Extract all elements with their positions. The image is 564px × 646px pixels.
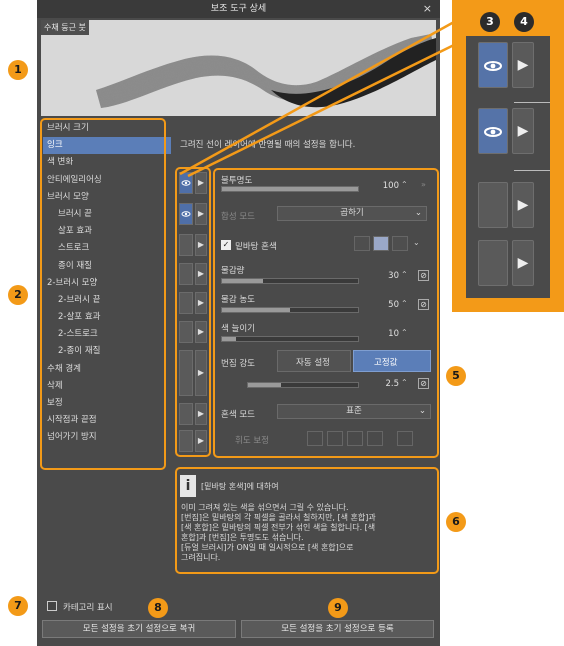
eye-icon — [484, 127, 502, 137]
zoomed-toggle-list: ▶ ▶ ▶ ▶ — [466, 36, 550, 298]
callout-box-toggles — [175, 167, 211, 457]
zoomed-arrow-button[interactable]: ▶ — [512, 42, 534, 88]
preview-tool-name: 수채 둥근 붓 — [41, 20, 89, 35]
callout-badge: 9 — [328, 598, 348, 618]
zoomed-arrow-button[interactable]: ▶ — [512, 108, 534, 154]
callout-box-info — [175, 467, 439, 574]
zoomed-toggle-button[interactable] — [478, 240, 508, 286]
register-as-default-label: 모든 설정을 초기 설정으로 등록 — [281, 624, 394, 634]
zoomed-toggle-panel: ▶ ▶ ▶ ▶ — [452, 0, 564, 312]
zoomed-toggle-button[interactable] — [478, 182, 508, 228]
callout-badge: 6 — [446, 512, 466, 532]
title-bar: 보조 도구 상세 × — [37, 0, 440, 18]
divider — [514, 102, 550, 103]
callout-badge: 7 — [8, 596, 28, 616]
callout-badge: 8 — [148, 598, 168, 618]
window-title: 보조 도구 상세 — [210, 4, 267, 14]
register-as-default-button[interactable]: 모든 설정을 초기 설정으로 등록 — [241, 620, 434, 638]
show-category-checkbox[interactable] — [47, 601, 57, 611]
reset-to-default-button[interactable]: 모든 설정을 초기 설정으로 복귀 — [42, 620, 236, 638]
show-category-label: 카테고리 표시 — [63, 603, 113, 613]
callout-badge: 1 — [8, 60, 28, 80]
callout-box-settings — [213, 168, 439, 458]
callout-badge: 2 — [8, 285, 28, 305]
callout-badge: 5 — [446, 366, 466, 386]
zoomed-eye-button[interactable] — [478, 42, 508, 88]
callout-badge: 3 — [480, 12, 500, 32]
callout-connector-lines — [179, 20, 457, 178]
close-icon[interactable]: × — [423, 0, 432, 18]
divider — [514, 170, 550, 171]
zoomed-arrow-button[interactable]: ▶ — [512, 182, 534, 228]
zoomed-arrow-button[interactable]: ▶ — [512, 240, 534, 286]
eye-icon — [484, 61, 502, 71]
callout-badge: 4 — [514, 12, 534, 32]
callout-box-category-list — [40, 118, 166, 470]
zoomed-eye-button[interactable] — [478, 108, 508, 154]
reset-to-default-label: 모든 설정을 초기 설정으로 복귀 — [82, 624, 196, 634]
